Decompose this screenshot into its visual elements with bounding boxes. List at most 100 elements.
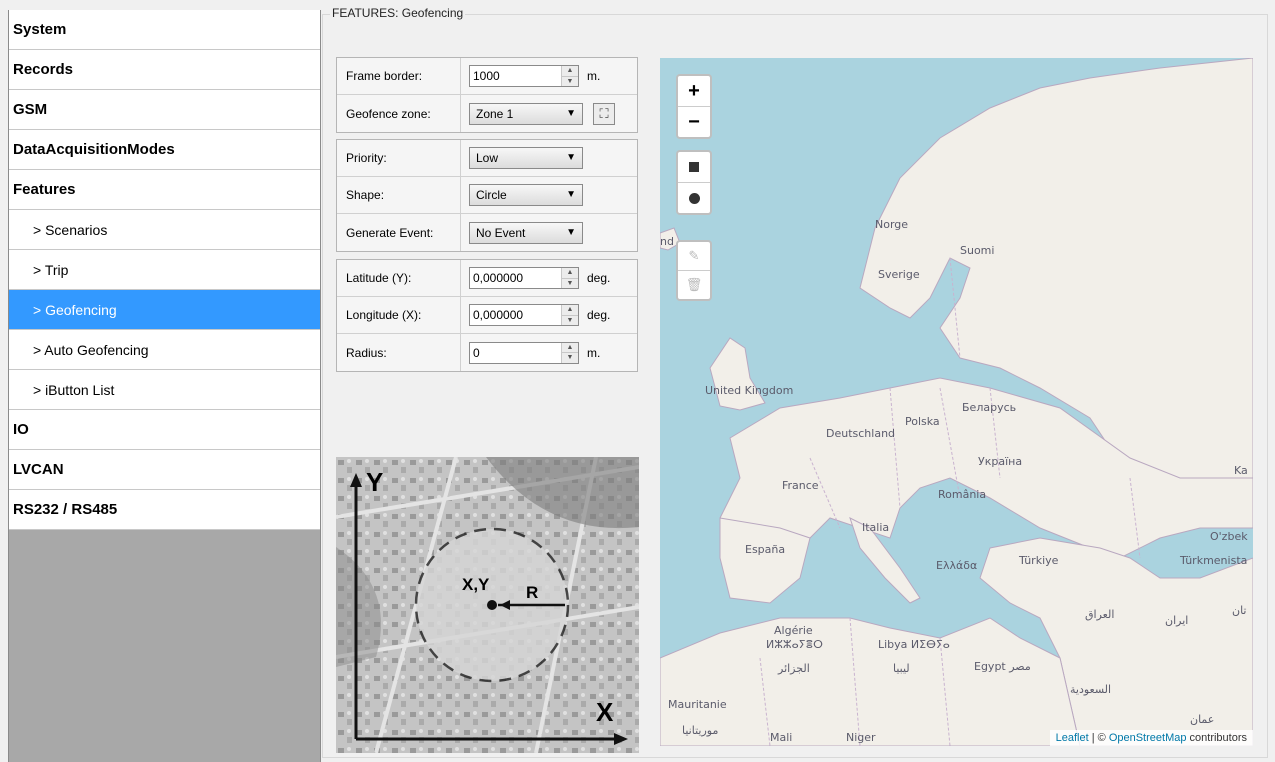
map-label-belarus: Беларусь — [962, 401, 1017, 414]
priority-row: Priority: Low ▼ — [337, 140, 637, 177]
map-label-united-kingdom: United Kingdom — [705, 384, 794, 397]
spin-up-icon[interactable]: ▲ — [562, 66, 578, 76]
y-axis-label: Y — [366, 467, 384, 497]
geofence-zone-select[interactable]: Zone 1 ▼ — [469, 102, 583, 125]
longitude-spinner[interactable]: 0,000000 ▲ ▼ — [469, 304, 579, 326]
radius-label: Radius: — [337, 334, 461, 371]
map-label-turkiye: Türkiye — [1019, 554, 1059, 567]
chevron-down-icon: ▼ — [566, 189, 576, 200]
map-view[interactable]: Norge Suomi Sverige nd United Kingdom Бе… — [660, 58, 1253, 746]
spin-down-icon[interactable]: ▼ — [562, 314, 578, 325]
draw-toolbar — [676, 150, 712, 215]
map-label-uzbek: O'zbek — [1210, 530, 1248, 543]
spin-up-icon[interactable]: ▲ — [562, 305, 578, 315]
sidebar-item-system[interactable]: System — [9, 10, 320, 50]
map-label-nd: nd — [660, 235, 674, 248]
map-label-polska: Polska — [905, 415, 940, 428]
shape-value: Circle — [476, 188, 507, 202]
sidebar-item-io[interactable]: IO — [9, 410, 320, 450]
illustration-graphic — [336, 457, 639, 753]
map-label-iraq: العراق — [1085, 608, 1115, 621]
spin-down-icon[interactable]: ▼ — [562, 75, 578, 86]
radius-value[interactable]: 0 — [470, 343, 561, 363]
map-label-turkmenistan: Türkmenista — [1180, 554, 1248, 567]
spin-up-icon[interactable]: ▲ — [562, 268, 578, 278]
map-label-tifinagh: ⵍⵣⵣⴰⵢⴻⵔ — [766, 638, 823, 651]
draw-rectangle-button[interactable] — [678, 152, 710, 182]
priority-label: Priority: — [337, 140, 461, 176]
zone-coordinates-table: Latitude (Y): 0,000000 ▲ ▼ deg. Longitude… — [336, 259, 638, 372]
chevron-down-icon: ▼ — [566, 152, 576, 163]
edit-icon: ✎ — [688, 248, 700, 263]
map-label-libya-ar: ليبيا — [893, 662, 910, 675]
map-label-france: France — [782, 479, 819, 492]
map-label-mali: Mali — [770, 731, 793, 744]
shape-select[interactable]: Circle ▼ — [469, 184, 583, 206]
map-label-ukraina: Україна — [978, 455, 1023, 468]
sidebar-item-features[interactable]: Features — [9, 170, 320, 210]
group-title: FEATURES: Geofencing — [330, 6, 466, 20]
sidebar-item-records[interactable]: Records — [9, 50, 320, 90]
map-label-algerie: Algérie — [774, 624, 813, 637]
latitude-spinner[interactable]: 0,000000 ▲ ▼ — [469, 267, 579, 289]
fit-zone-button[interactable]: ⛶ — [593, 102, 615, 125]
frame-border-row: Frame border: 1000 ▲ ▼ m. — [337, 58, 637, 95]
spin-up-icon[interactable]: ▲ — [562, 342, 578, 352]
zoom-in-button[interactable]: + — [678, 76, 710, 106]
radius-row: Radius: 0 ▲ ▼ m. — [337, 334, 637, 371]
geofence-zone-value: Zone 1 — [476, 106, 514, 121]
circle-icon — [688, 192, 700, 204]
priority-select[interactable]: Low ▼ — [469, 147, 583, 169]
geofence-zone-label: Geofence zone: — [337, 95, 461, 132]
spin-down-icon[interactable]: ▼ — [562, 277, 578, 288]
edit-layers-button[interactable]: ✎ — [678, 242, 710, 270]
zoom-control: + − — [676, 74, 712, 139]
trash-icon: 🗑 — [685, 277, 703, 292]
sidebar: System Records GSM DataAcquisitionModes … — [8, 10, 321, 762]
map-label-niger: Niger — [846, 731, 876, 744]
map-label-italia: Italia — [862, 521, 890, 534]
map-label-saudi: السعودية — [1070, 683, 1112, 696]
draw-circle-button[interactable] — [678, 182, 710, 213]
sidebar-item-gsm[interactable]: GSM — [9, 90, 320, 130]
sidebar-item-data-acquisition-modes[interactable]: DataAcquisitionModes — [9, 130, 320, 170]
x-axis-label: X — [596, 697, 614, 727]
map-label-sverige: Sverige — [878, 268, 920, 281]
generate-event-select[interactable]: No Event ▼ — [469, 221, 583, 244]
expand-icon: ⛶ — [599, 105, 609, 121]
zoom-out-button[interactable]: − — [678, 106, 710, 137]
map-label-romania: România — [938, 488, 987, 501]
sidebar-item-lvcan[interactable]: LVCAN — [9, 450, 320, 490]
sidebar-item-trip[interactable]: > Trip — [9, 250, 320, 290]
sidebar-item-scenarios[interactable]: > Scenarios — [9, 210, 320, 250]
frame-border-value[interactable]: 1000 — [470, 66, 561, 86]
leaflet-link[interactable]: Leaflet — [1056, 732, 1089, 744]
latitude-row: Latitude (Y): 0,000000 ▲ ▼ deg. — [337, 260, 637, 297]
spin-down-icon[interactable]: ▼ — [562, 352, 578, 363]
longitude-unit: deg. — [587, 308, 611, 322]
chevron-down-icon: ▼ — [566, 107, 576, 119]
map-label-stan: تان — [1232, 604, 1247, 617]
map-label-ka: Ka — [1234, 464, 1248, 477]
generate-event-label: Generate Event: — [337, 214, 461, 251]
frame-border-spinner[interactable]: 1000 ▲ ▼ — [469, 65, 579, 87]
attribution-separator: | © — [1088, 732, 1109, 744]
circle-geofence-illustration: Y X X,Y R — [336, 457, 639, 753]
latitude-unit: deg. — [587, 271, 611, 285]
map-label-libya: Libya ⵍⵉⴱⵢⴰ — [878, 638, 950, 651]
latitude-value[interactable]: 0,000000 — [470, 268, 561, 288]
longitude-row: Longitude (X): 0,000000 ▲ ▼ deg. — [337, 297, 637, 334]
sidebar-item-geofencing[interactable]: > Geofencing — [9, 290, 320, 330]
openstreetmap-link[interactable]: OpenStreetMap — [1109, 732, 1187, 744]
map-label-deutschland: Deutschland — [826, 427, 896, 440]
generate-event-row: Generate Event: No Event ▼ — [337, 214, 637, 251]
delete-layers-button[interactable]: 🗑 — [678, 270, 710, 299]
sidebar-item-auto-geofencing[interactable]: > Auto Geofencing — [9, 330, 320, 370]
shape-label: Shape: — [337, 177, 461, 213]
sidebar-item-rs232-rs485[interactable]: RS232 / RS485 — [9, 490, 320, 530]
sidebar-item-ibutton-list[interactable]: > iButton List — [9, 370, 320, 410]
longitude-value[interactable]: 0,000000 — [470, 305, 561, 325]
map-label-egypt: Egypt مصر — [974, 660, 1031, 673]
map-label-espana: España — [745, 543, 786, 556]
radius-spinner[interactable]: 0 ▲ ▼ — [469, 341, 579, 364]
